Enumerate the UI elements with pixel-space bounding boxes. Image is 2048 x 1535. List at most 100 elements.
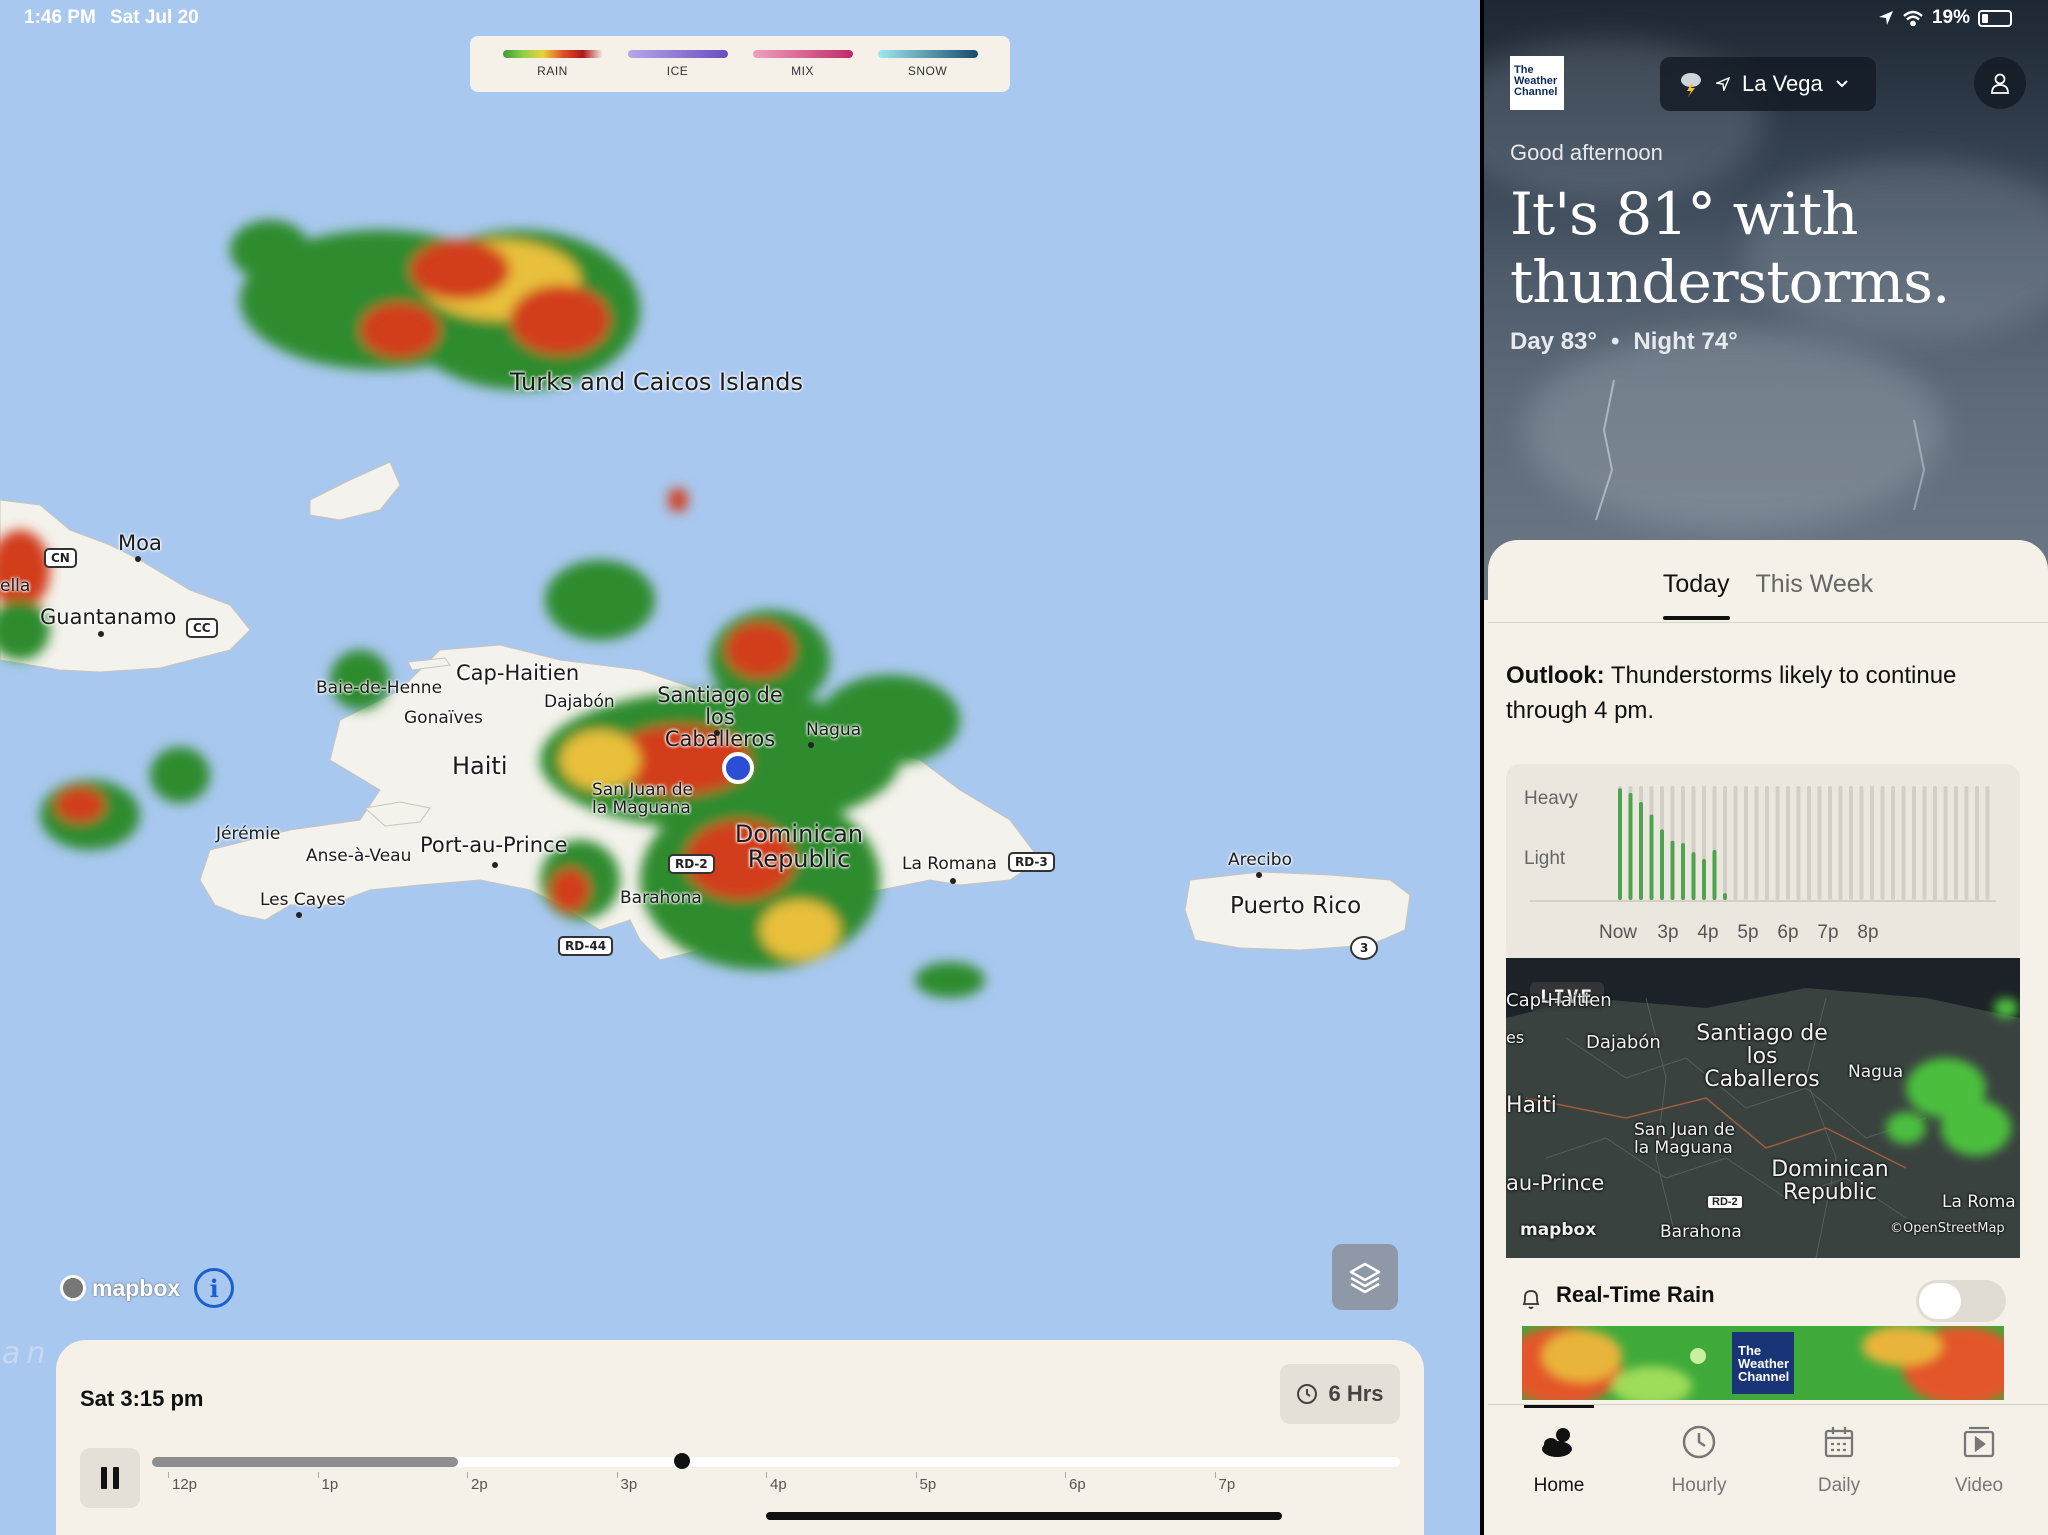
city-dot-moa [135, 556, 141, 562]
rain-chart-track [1912, 786, 1916, 900]
tabbar-home-label: Home [1533, 1475, 1585, 1496]
forecast-sheet: Today This Week Outlook: Thunderstorms l… [1488, 540, 2048, 1535]
timeline-tick-label: 4p [770, 1476, 787, 1493]
map-label-port-au-prince: Port-au-Prince [420, 833, 568, 857]
rain-chart-track [1807, 786, 1811, 900]
legend-label-ice: ICE [666, 64, 689, 78]
map-label-santiago: Santiago de los Caballeros [657, 683, 783, 752]
rain-chart-track [1891, 786, 1895, 900]
rain-chart-x-label: Now [1599, 922, 1637, 943]
pause-button[interactable] [80, 1448, 140, 1508]
map-label-cap-haitien: Cap-Haitien [456, 661, 580, 685]
radar-label-port-au-prince: au-Prince [1506, 1171, 1605, 1195]
timeline-playhead[interactable] [674, 1453, 691, 1469]
timeline-scrubber[interactable] [152, 1453, 1400, 1469]
map-label-les-cayes: Les Cayes [260, 890, 346, 910]
status-icons: 19% [1878, 7, 2012, 29]
rain-chart-bar [1723, 893, 1727, 900]
promo-banner[interactable]: The Weather Channel [1522, 1326, 2004, 1400]
map-label-dajabon: Dajabón [544, 692, 615, 712]
radar-mapbox-logo: mapbox [1520, 1220, 1597, 1240]
realtime-rain-toggle[interactable] [1916, 1280, 2006, 1322]
road-shield-rd2: RD-2 [668, 854, 715, 874]
realtime-rain-label: Real-Time Rain [1556, 1282, 1715, 1307]
tab-today[interactable]: Today [1662, 570, 1730, 620]
profile-button[interactable] [1974, 57, 2026, 109]
rain-chart-track [1985, 786, 1990, 900]
rain-chart-x-label: 4p [1697, 922, 1718, 943]
info-icon[interactable]: i [194, 1268, 235, 1308]
rain-chart-track [1954, 786, 1958, 900]
rain-chart-bar [1681, 843, 1685, 900]
radar-label-nagua: Nagua [1848, 1062, 1904, 1082]
rain-chart-track [1796, 786, 1801, 900]
timeline-tick-label: 2p [471, 1476, 488, 1493]
map-layers-button[interactable] [1332, 1244, 1398, 1310]
radar-label-haiti: Haiti [1506, 1093, 1557, 1118]
tabbar-video[interactable]: Video [1924, 1419, 2034, 1497]
timeline-tick-mark [467, 1472, 468, 1478]
legend-bar-mix [752, 50, 853, 58]
status-date: Sat Jul 20 [110, 7, 199, 28]
outlook-label: Outlook: [1506, 662, 1605, 689]
map-label-turks-caicos: Turks and Caicos Islands [510, 368, 803, 396]
realtime-rain-row: Real-Time Rain [1506, 1270, 2020, 1330]
location-arrow-icon [1716, 77, 1730, 91]
live-radar-thumbnail[interactable]: LIVE Cap-Haitien es Dajabón Santiago de … [1506, 958, 2020, 1258]
rain-chart-track [1817, 786, 1822, 900]
timeline-tick-mark [168, 1472, 169, 1478]
road-shield-rd3: RD-3 [1008, 852, 1055, 872]
current-conditions-headline: It's 81° with thunderstorms. [1510, 180, 1950, 316]
duration-button[interactable]: 6 Hrs [1280, 1364, 1400, 1424]
rain-chart-track [1880, 786, 1885, 900]
mapbox-logo: mapbox [60, 1275, 180, 1302]
legend-item-mix: MIX [748, 50, 858, 78]
map-label-san-juan: San Juan de la Maguana [592, 780, 694, 818]
radar-label-dajabon: Dajabón [1586, 1032, 1661, 1053]
tabs-divider [1488, 622, 2048, 623]
legend-label-rain: RAIN [537, 64, 568, 78]
rain-chart-bar [1628, 792, 1633, 900]
rain-chart-x-label: 6p [1777, 922, 1798, 943]
legend-bar-rain [502, 50, 603, 58]
tabbar-hourly[interactable]: Hourly [1644, 1419, 1754, 1497]
location-selector[interactable]: La Vega [1660, 57, 1876, 111]
tabbar-daily[interactable]: Daily [1784, 1419, 1894, 1497]
chevron-down-icon [1836, 80, 1848, 88]
rain-chart-bar [1660, 829, 1664, 900]
tab-this-week[interactable]: This Week [1756, 570, 1874, 620]
rain-chart-x-label: 5p [1737, 922, 1758, 943]
pause-icon-bar [113, 1467, 119, 1489]
rain-chart-bar [1691, 852, 1696, 900]
legend-bar-snow [877, 50, 978, 58]
timeline-tick-mark [1214, 1472, 1216, 1478]
rain-chart-bar [1712, 849, 1717, 900]
map-label-jeremie: Jérémie [216, 824, 281, 844]
timeline-tick-mark [616, 1472, 618, 1478]
road-shield-cn: CN [44, 548, 77, 568]
clock-icon [1682, 1425, 1716, 1459]
rain-chart-track [1765, 786, 1769, 900]
legend-item-snow: SNOW [873, 50, 983, 78]
map-label-ocean: an [2, 1336, 52, 1371]
timeline-tick-label: 3p [620, 1476, 638, 1493]
rain-chart-track [1733, 786, 1738, 900]
timeline-current-time: Sat 3:15 pm [80, 1386, 204, 1411]
precipitation-legend: RAIN ICE MIX SNOW [470, 36, 1010, 92]
timeline-tick-label: 6p [1069, 1476, 1086, 1493]
radar-map[interactable]: Turks and Caicos Islands Moa Guantanamo … [0, 0, 1480, 1535]
radar-label-santiago: Santiago de los Caballeros [1696, 1021, 1828, 1093]
weather-channel-logo[interactable]: The Weather Channel [1510, 56, 1564, 110]
wifi-icon [1903, 10, 1923, 26]
rain-chart-track [1838, 786, 1843, 900]
timeline-panel: Sat 3:15 pm 6 Hrs 12p 1p 2p 3p 4p 5p 6p 7p [56, 1340, 1424, 1535]
rain-chart-x-label: 8p [1857, 922, 1878, 943]
tabbar-home[interactable]: Home [1504, 1419, 1614, 1497]
legend-item-ice: ICE [623, 50, 733, 78]
rain-chart-track [1828, 786, 1832, 900]
rain-chart-track [1901, 786, 1906, 900]
rain-chart-bar [1670, 840, 1675, 900]
map-label-anse-a-veau: Anse-à-Veau [306, 846, 412, 866]
user-icon [1991, 73, 2009, 94]
day-temp: Day 83° [1510, 328, 1597, 355]
